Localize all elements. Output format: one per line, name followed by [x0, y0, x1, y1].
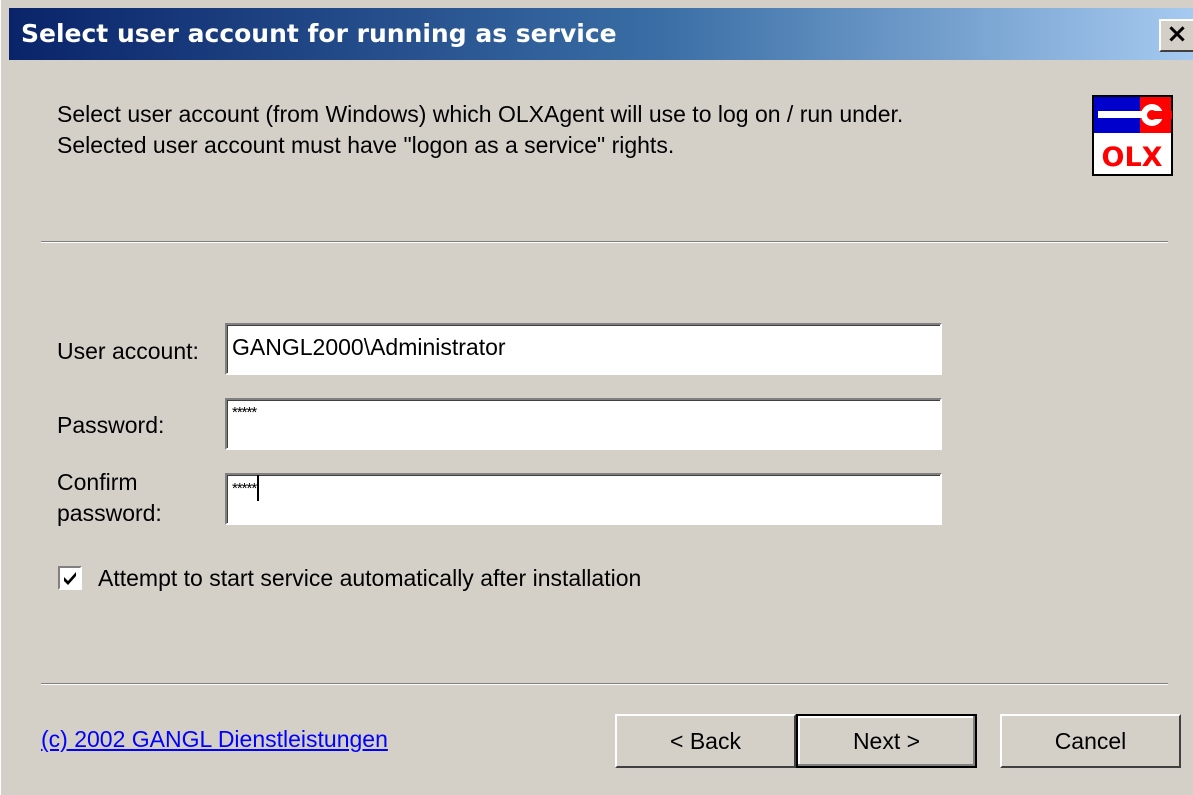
- user-account-label: User account:: [57, 338, 199, 364]
- cancel-button[interactable]: Cancel: [1000, 714, 1181, 768]
- description: Select user account (from Windows) which…: [57, 99, 1057, 161]
- separator-bottom: [41, 683, 1168, 685]
- confirm-label-line-1: Confirm: [57, 469, 138, 495]
- text-caret: [257, 475, 260, 501]
- logo-text: OLX: [1102, 142, 1163, 173]
- dialog-window: Select user account for running as servi…: [0, 0, 1193, 795]
- description-line-1: Select user account (from Windows) which…: [57, 101, 904, 127]
- olx-logo-icon: OLX: [1092, 95, 1173, 176]
- separator-top: [41, 241, 1168, 243]
- title-bar[interactable]: Select user account for running as servi…: [9, 8, 1193, 60]
- auto-start-checkbox[interactable]: [58, 566, 82, 590]
- window-title: Select user account for running as servi…: [21, 19, 617, 48]
- confirm-password-label: Confirm password:: [57, 467, 162, 529]
- description-line-2: Selected user account must have "logon a…: [57, 132, 675, 158]
- copyright-link[interactable]: (c) 2002 GANGL Dienstleistungen: [41, 726, 388, 753]
- confirm-password-value: *****: [232, 480, 257, 497]
- next-button[interactable]: Next >: [796, 714, 977, 768]
- password-input[interactable]: *****: [225, 398, 942, 450]
- auto-start-label[interactable]: Attempt to start service automatically a…: [98, 563, 641, 594]
- password-value: *****: [232, 404, 257, 421]
- close-icon: ×: [1166, 19, 1188, 49]
- checkmark-icon: [64, 572, 76, 585]
- password-label: Password:: [57, 412, 165, 438]
- back-button[interactable]: < Back: [615, 714, 796, 768]
- confirm-password-input[interactable]: *****: [225, 473, 942, 525]
- close-button[interactable]: ×: [1159, 19, 1193, 52]
- user-account-input[interactable]: GANGL2000\Administrator: [225, 323, 942, 375]
- confirm-label-line-2: password:: [57, 500, 162, 526]
